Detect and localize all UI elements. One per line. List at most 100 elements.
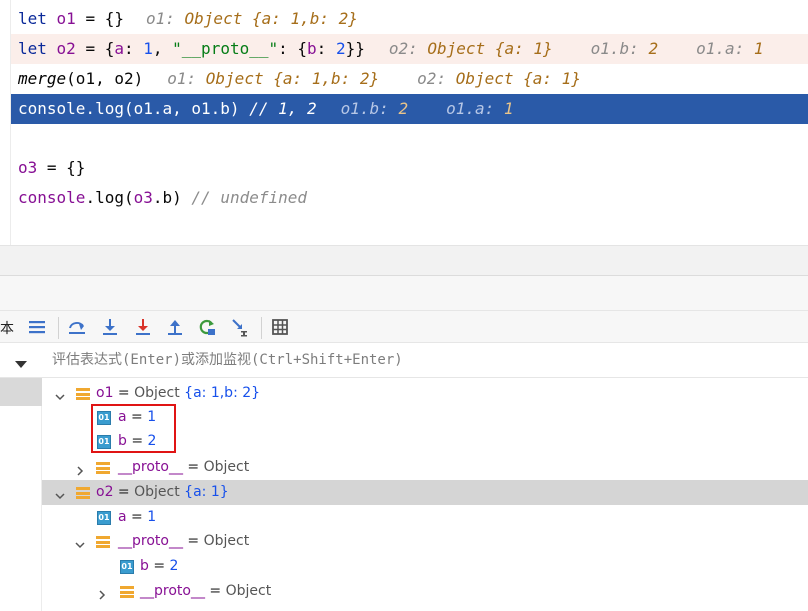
variable-name: b — [140, 558, 149, 574]
inline-hint-name: o2: — [388, 39, 418, 58]
object-icon — [120, 585, 134, 599]
step-into-icon[interactable] — [100, 317, 120, 337]
code-line-2[interactable]: let o2 = {a: 1, "__proto__": {b: 2}} o2: … — [11, 34, 808, 64]
debugger-toolbar: 本 — [0, 310, 808, 343]
evaluate-table-icon[interactable] — [270, 317, 290, 337]
code-editor[interactable]: let o1 = {} o1: Object {a: 1,b: 2} let o2… — [0, 0, 808, 245]
tree-node-o2[interactable]: o2 = Object {a: 1} — [42, 480, 808, 505]
variable-value: {a: 1,b: 2} — [184, 385, 261, 401]
variable-value: 2 — [147, 433, 157, 449]
variables-left-column — [0, 378, 42, 611]
object-icon — [76, 486, 90, 500]
variable-value: 2 — [169, 558, 179, 574]
tree-node-o1-a[interactable]: 01 a = 1 — [42, 405, 808, 430]
debug-panel-header[interactable] — [0, 275, 808, 310]
variable-name: a — [118, 409, 127, 425]
code-comment: // undefined — [191, 188, 308, 207]
frames-menu-icon[interactable] — [27, 317, 47, 337]
variable-name: a — [118, 509, 127, 525]
function-merge: merge — [18, 69, 67, 88]
variable-name: o1 — [96, 385, 114, 401]
code-text: }} — [345, 39, 365, 58]
keyword-let: let — [18, 39, 47, 58]
left-column-selected — [0, 378, 42, 406]
equals-sign: = — [182, 533, 204, 549]
toolbar-divider — [58, 317, 59, 339]
equals-sign: = — [182, 459, 204, 475]
inline-hint-name: o1.b: — [340, 99, 389, 118]
object-console: console — [18, 188, 86, 207]
code-comment: // 1, 2 — [249, 99, 317, 118]
field-icon: 01 — [120, 560, 134, 574]
tree-node-o2-proto-proto[interactable]: __proto__ = Object — [42, 579, 808, 604]
var-o2: o2 — [56, 39, 76, 58]
code-text: : — [316, 39, 336, 58]
code-line-4-current[interactable]: console.log(o1.a, o1.b) // 1, 2 o1.b: 2 o1… — [11, 94, 808, 124]
inline-hint-name: o1.b: — [590, 39, 639, 58]
variable-type: Object — [134, 484, 185, 500]
code-text: : { — [278, 39, 308, 58]
step-over-icon[interactable] — [67, 317, 87, 337]
reset-frame-icon[interactable] — [197, 317, 217, 337]
code-line-6[interactable]: o3 = {} — [11, 153, 808, 183]
variable-type: Object — [225, 583, 272, 599]
variable-name: b — [118, 433, 127, 449]
field-icon: 01 — [97, 435, 111, 449]
var-o3: o3 — [133, 188, 153, 207]
inline-hint-value: Object {a: 1,b: 2} — [184, 9, 358, 28]
chevron-right-icon[interactable] — [74, 461, 86, 476]
equals-sign: = — [148, 558, 170, 574]
tree-node-o1-b[interactable]: 01 b = 2 — [42, 429, 808, 454]
num-2: 2 — [335, 39, 346, 58]
equals-sign: = — [126, 409, 148, 425]
toolbar-divider — [261, 317, 262, 339]
var-o3: o3 — [18, 158, 38, 177]
toolbar-partial-label: 本 — [0, 321, 14, 337]
code-text: = {} — [37, 158, 86, 177]
tree-node-o2-a[interactable]: 01 a = 1 — [42, 505, 808, 530]
variable-value: 1 — [147, 509, 157, 525]
code-text: .b) — [152, 188, 182, 207]
inline-hint-name: o2: — [417, 69, 447, 88]
code-line-1[interactable]: let o1 = {} o1: Object {a: 1,b: 2} — [11, 4, 808, 34]
variable-type: Object — [203, 459, 250, 475]
run-to-cursor-icon[interactable] — [230, 317, 250, 337]
equals-sign: = — [204, 583, 226, 599]
variable-name: o2 — [96, 484, 114, 500]
evaluate-expression-input[interactable] — [40, 343, 808, 377]
step-out-icon[interactable] — [165, 317, 185, 337]
editor-bottom-area — [0, 245, 808, 275]
tree-node-o1[interactable]: o1 = Object {a: 1,b: 2} — [42, 381, 808, 406]
code-text: = {} — [75, 9, 124, 28]
chevron-down-icon[interactable] — [54, 486, 66, 500]
equals-sign: = — [126, 509, 148, 525]
inline-hint-value: 2 — [398, 99, 409, 118]
code-line-3[interactable]: merge(o1, o2) o1: Object {a: 1,b: 2} o2: O… — [11, 64, 808, 94]
prop-a: a — [114, 39, 124, 58]
variable-type: Object — [203, 533, 250, 549]
tree-node-o1-proto[interactable]: __proto__ = Object — [42, 455, 808, 480]
field-icon: 01 — [97, 411, 111, 425]
equals-sign: = — [113, 484, 135, 500]
equals-sign: = — [113, 385, 135, 401]
tree-node-o2-proto[interactable]: __proto__ = Object — [42, 529, 808, 554]
inline-hint-value: 2 — [648, 39, 659, 58]
evaluate-dropdown-icon[interactable] — [14, 355, 28, 374]
inline-hint-name: o1.a: — [696, 39, 745, 58]
code-text: console.log(o1.a, o1.b) — [18, 99, 240, 118]
chevron-down-icon[interactable] — [74, 535, 86, 549]
keyword-let: let — [18, 9, 47, 28]
chevron-right-icon[interactable] — [96, 585, 108, 600]
variable-name: __proto__ — [118, 459, 183, 475]
code-line-7[interactable]: console.log(o3.b) // undefined — [11, 183, 808, 213]
code-text: .log( — [85, 188, 134, 207]
inline-hint-name: o1: — [145, 9, 175, 28]
string-proto: "__proto__" — [172, 39, 279, 58]
force-step-into-icon[interactable] — [133, 317, 153, 337]
variable-type: Object — [134, 385, 185, 401]
var-o1: o1 — [56, 9, 76, 28]
tree-node-o2-proto-b[interactable]: 01 b = 2 — [42, 554, 808, 579]
variables-tree[interactable]: o1 = Object {a: 1,b: 2} 01 a = 1 01 b = … — [42, 378, 808, 611]
prop-b: b — [307, 39, 317, 58]
chevron-down-icon[interactable] — [54, 387, 66, 401]
